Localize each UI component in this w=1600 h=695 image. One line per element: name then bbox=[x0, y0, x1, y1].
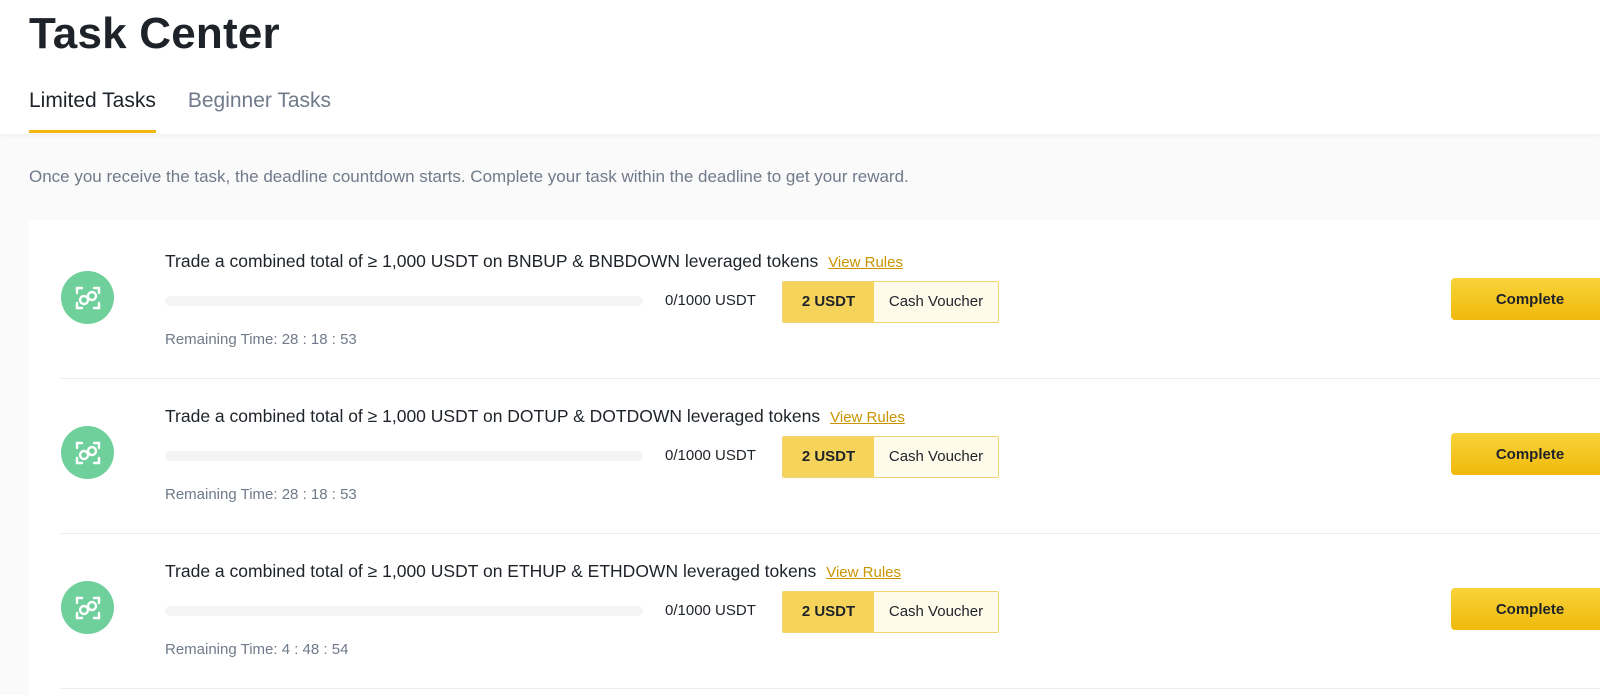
progress-text: 0/1000 USDT bbox=[665, 292, 756, 309]
complete-button[interactable]: Complete bbox=[1451, 433, 1600, 475]
reward-type: Cash Voucher bbox=[874, 282, 998, 322]
reward-amount: 2 USDT bbox=[783, 282, 874, 322]
deadline-notice: Once you receive the task, the deadline … bbox=[29, 167, 909, 186]
progress-bar bbox=[165, 606, 643, 616]
task-title-text: Trade a combined total of ≥ 1,000 USDT o… bbox=[165, 406, 821, 426]
progress-bar bbox=[165, 296, 643, 306]
page-header: Task Center Limited Tasks Beginner Tasks bbox=[0, 0, 1600, 134]
scan-exchange-icon bbox=[61, 581, 114, 634]
complete-button[interactable]: Complete bbox=[1451, 278, 1600, 320]
reward-type: Cash Voucher bbox=[874, 592, 998, 632]
progress-text: 0/1000 USDT bbox=[665, 602, 756, 619]
tab-beginner-tasks[interactable]: Beginner Tasks bbox=[188, 80, 331, 134]
view-rules-link[interactable]: View Rules bbox=[828, 254, 903, 271]
remaining-time: Remaining Time: 28 : 18 : 53 bbox=[165, 331, 357, 348]
remaining-time: Remaining Time: 28 : 18 : 53 bbox=[165, 486, 357, 503]
task-title-text: Trade a combined total of ≥ 1,000 USDT o… bbox=[165, 251, 819, 271]
page-title: Task Center bbox=[29, 9, 280, 58]
task-list: Trade a combined total of ≥ 1,000 USDT o… bbox=[29, 220, 1600, 695]
task-title: Trade a combined total of ≥ 1,000 USDT o… bbox=[165, 403, 905, 431]
scan-exchange-icon bbox=[61, 271, 114, 324]
reward-badge: 2 USDT Cash Voucher bbox=[782, 591, 999, 633]
progress-bar bbox=[165, 451, 643, 461]
reward-badge: 2 USDT Cash Voucher bbox=[782, 281, 999, 323]
task-row: Trade a combined total of ≥ 1,000 USDT o… bbox=[61, 530, 1600, 689]
reward-type: Cash Voucher bbox=[874, 437, 998, 477]
task-tabs: Limited Tasks Beginner Tasks bbox=[29, 80, 331, 134]
progress-text: 0/1000 USDT bbox=[665, 447, 756, 464]
reward-amount: 2 USDT bbox=[783, 437, 874, 477]
reward-badge: 2 USDT Cash Voucher bbox=[782, 436, 999, 478]
scan-exchange-icon bbox=[61, 426, 114, 479]
view-rules-link[interactable]: View Rules bbox=[830, 409, 905, 426]
task-title-text: Trade a combined total of ≥ 1,000 USDT o… bbox=[165, 561, 817, 581]
task-row: Trade a combined total of ≥ 1,000 USDT o… bbox=[61, 375, 1600, 534]
remaining-time: Remaining Time: 4 : 48 : 54 bbox=[165, 641, 349, 658]
task-title: Trade a combined total of ≥ 1,000 USDT o… bbox=[165, 558, 901, 586]
tab-limited-tasks[interactable]: Limited Tasks bbox=[29, 80, 156, 134]
task-row: Trade a combined total of ≥ 1,000 USDT o… bbox=[61, 220, 1600, 379]
task-title: Trade a combined total of ≥ 1,000 USDT o… bbox=[165, 248, 903, 276]
complete-button[interactable]: Complete bbox=[1451, 588, 1600, 630]
reward-amount: 2 USDT bbox=[783, 592, 874, 632]
view-rules-link[interactable]: View Rules bbox=[826, 564, 901, 581]
